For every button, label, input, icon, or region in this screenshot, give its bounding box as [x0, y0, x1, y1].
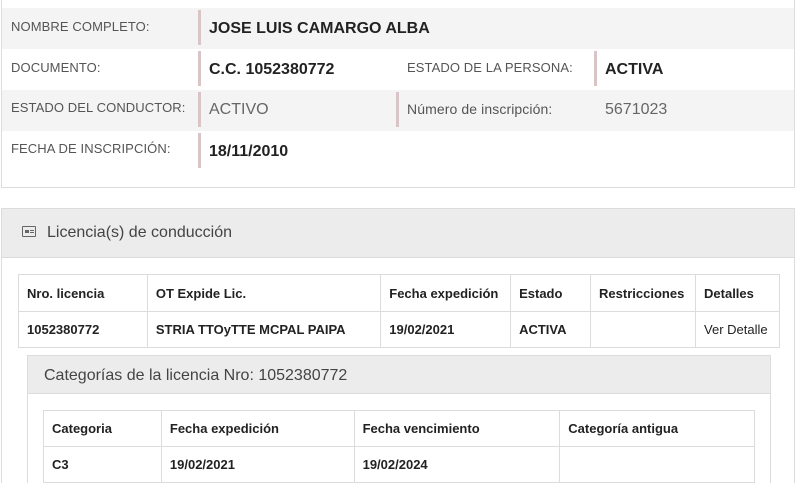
categorias-title: Categorías de la licencia Nro: 105238077… [44, 367, 348, 384]
row-nombre: NOMBRE COMPLETO: JOSE LUIS CAMARGO ALBA [2, 8, 794, 49]
licencias-panel: Licencia(s) de conducción Nro. licencia … [1, 208, 795, 483]
column-header: OT Expide Lic. [146, 274, 382, 312]
ver-detalle-link[interactable]: Ver Detalle [695, 311, 780, 348]
estado-conductor-label: ESTADO DEL CONDUCTOR: [11, 100, 186, 115]
cat-expedicion-cell: 19/02/2021 [160, 446, 355, 483]
divider [198, 92, 201, 127]
table-row: 1052380772 STRIA TTOyTTE MCPAL PAIPA 19/… [18, 311, 780, 348]
documento-label: DOCUMENTO: [11, 60, 101, 75]
column-header: Fecha vencimiento [353, 410, 561, 447]
divider [198, 51, 201, 86]
column-header: Fecha expedición [380, 274, 512, 312]
column-header: Categoria [43, 410, 162, 447]
estado-conductor-value: ACTIVO [209, 101, 269, 118]
categorias-table: Categoria Fecha expedición Fecha vencimi… [43, 410, 755, 483]
fecha-expedicion-cell: 19/02/2021 [380, 311, 512, 348]
categorias-header: Categorías de la licencia Nro: 105238077… [28, 356, 770, 394]
nombre-label: NOMBRE COMPLETO: [11, 19, 150, 34]
table-header-row: Nro. licencia OT Expide Lic. Fecha exped… [18, 274, 780, 312]
divider [594, 51, 597, 86]
divider [198, 10, 201, 45]
estado-persona-label: ESTADO DE LA PERSONA: [407, 60, 573, 75]
estado-persona-value: ACTIVA [605, 61, 664, 78]
column-header: Nro. licencia [18, 274, 148, 312]
fecha-inscripcion-value: 18/11/2010 [209, 143, 289, 160]
restricciones-cell [590, 311, 697, 348]
column-header: Categoría antigua [559, 410, 755, 447]
num-inscripcion-value: 5671023 [605, 101, 668, 118]
num-inscripcion-label: Número de inscripción: [407, 101, 553, 117]
id-card-icon [22, 226, 36, 237]
licencias-title: Licencia(s) de conducción [47, 224, 232, 241]
row-estado-conductor: ESTADO DEL CONDUCTOR: ACTIVO Número de i… [2, 90, 794, 131]
estado-cell: ACTIVA [510, 311, 592, 348]
column-header: Detalles [695, 274, 780, 312]
cat-vencimiento-cell: 19/02/2024 [353, 446, 561, 483]
column-header: Restricciones [590, 274, 697, 312]
table-header-row: Categoria Fecha expedición Fecha vencimi… [43, 410, 755, 447]
row-documento: DOCUMENTO: C.C. 1052380772 ESTADO DE LA … [2, 49, 794, 90]
nombre-value: JOSE LUIS CAMARGO ALBA [209, 20, 430, 37]
row-fecha-inscripcion: FECHA DE INSCRIPCIÓN: 18/11/2010 [2, 131, 794, 172]
table-row: C3 19/02/2021 19/02/2024 [43, 446, 755, 483]
person-info-card: NOMBRE COMPLETO: JOSE LUIS CAMARGO ALBA … [1, 0, 795, 188]
fecha-inscripcion-label: FECHA DE INSCRIPCIÓN: [11, 141, 171, 156]
column-header: Estado [510, 274, 592, 312]
divider [396, 92, 399, 127]
licencias-header: Licencia(s) de conducción [2, 209, 794, 258]
licencias-table: Nro. licencia OT Expide Lic. Fecha exped… [18, 274, 780, 348]
column-header: Fecha expedición [160, 410, 355, 447]
divider [198, 133, 201, 168]
nro-licencia-cell: 1052380772 [18, 311, 148, 348]
cat-antigua-cell [559, 446, 755, 483]
ot-expide-cell: STRIA TTOyTTE MCPAL PAIPA [146, 311, 382, 348]
categoria-cell: C3 [43, 446, 162, 483]
categorias-panel: Categorías de la licencia Nro: 105238077… [27, 355, 771, 483]
documento-value: C.C. 1052380772 [209, 61, 335, 78]
